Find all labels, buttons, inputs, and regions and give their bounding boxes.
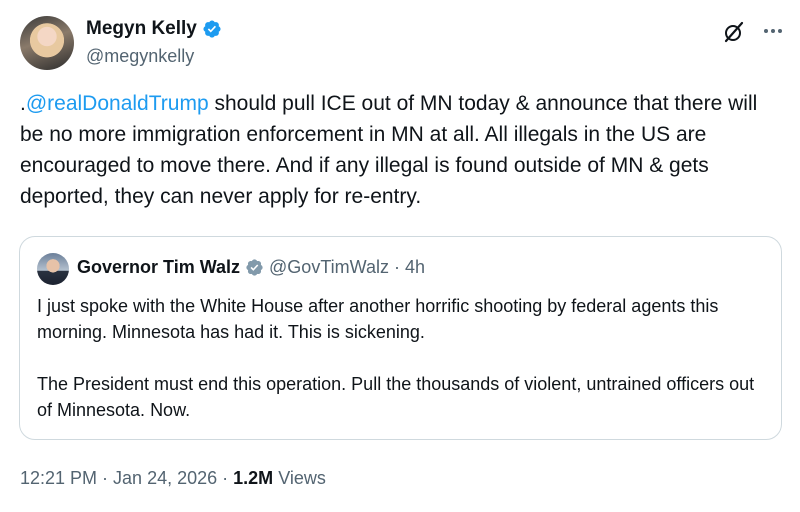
tweet-time[interactable]: 12:21 PM bbox=[20, 468, 97, 489]
quote-author-name: Governor Tim Walz bbox=[77, 257, 241, 277]
meta-separator: · bbox=[102, 468, 109, 488]
quote-paragraph-1: I just spoke with the White House after … bbox=[37, 296, 719, 342]
meta-separator: · bbox=[222, 468, 229, 488]
author-name[interactable]: Megyn Kelly bbox=[86, 18, 197, 40]
quoted-tweet[interactable]: Governor Tim Walz @GovTimWalz · 4h I jus… bbox=[19, 236, 782, 440]
verified-badge-gray-icon bbox=[246, 259, 263, 276]
quote-separator: · bbox=[393, 257, 400, 277]
grok-icon[interactable] bbox=[722, 20, 746, 44]
author-handle[interactable]: @megynkelly bbox=[86, 46, 194, 67]
more-icon[interactable] bbox=[760, 18, 786, 44]
mention-link[interactable]: @realDonaldTrump bbox=[26, 92, 209, 115]
quote-header: Governor Tim Walz @GovTimWalz · 4h bbox=[77, 257, 425, 278]
author-avatar[interactable] bbox=[20, 16, 74, 70]
author-name-row: Megyn Kelly bbox=[86, 18, 222, 40]
views-label: Views bbox=[278, 468, 326, 488]
quote-text: I just spoke with the White House after … bbox=[37, 293, 767, 449]
verified-badge-icon bbox=[203, 20, 221, 38]
tweet-date[interactable]: Jan 24, 2026 bbox=[113, 468, 217, 489]
views-count: 1.2M bbox=[233, 468, 274, 488]
quote-paragraph-2: The President must end this operation. P… bbox=[37, 374, 755, 420]
quote-timestamp: 4h bbox=[404, 257, 425, 277]
tweet-meta: 12:21 PM · Jan 24, 2026 · 1.2M Views bbox=[20, 468, 326, 489]
quote-author-avatar bbox=[37, 253, 69, 285]
tweet-text: .@realDonaldTrump should pull ICE out of… bbox=[20, 88, 780, 212]
quote-author-handle: @GovTimWalz bbox=[269, 257, 389, 277]
